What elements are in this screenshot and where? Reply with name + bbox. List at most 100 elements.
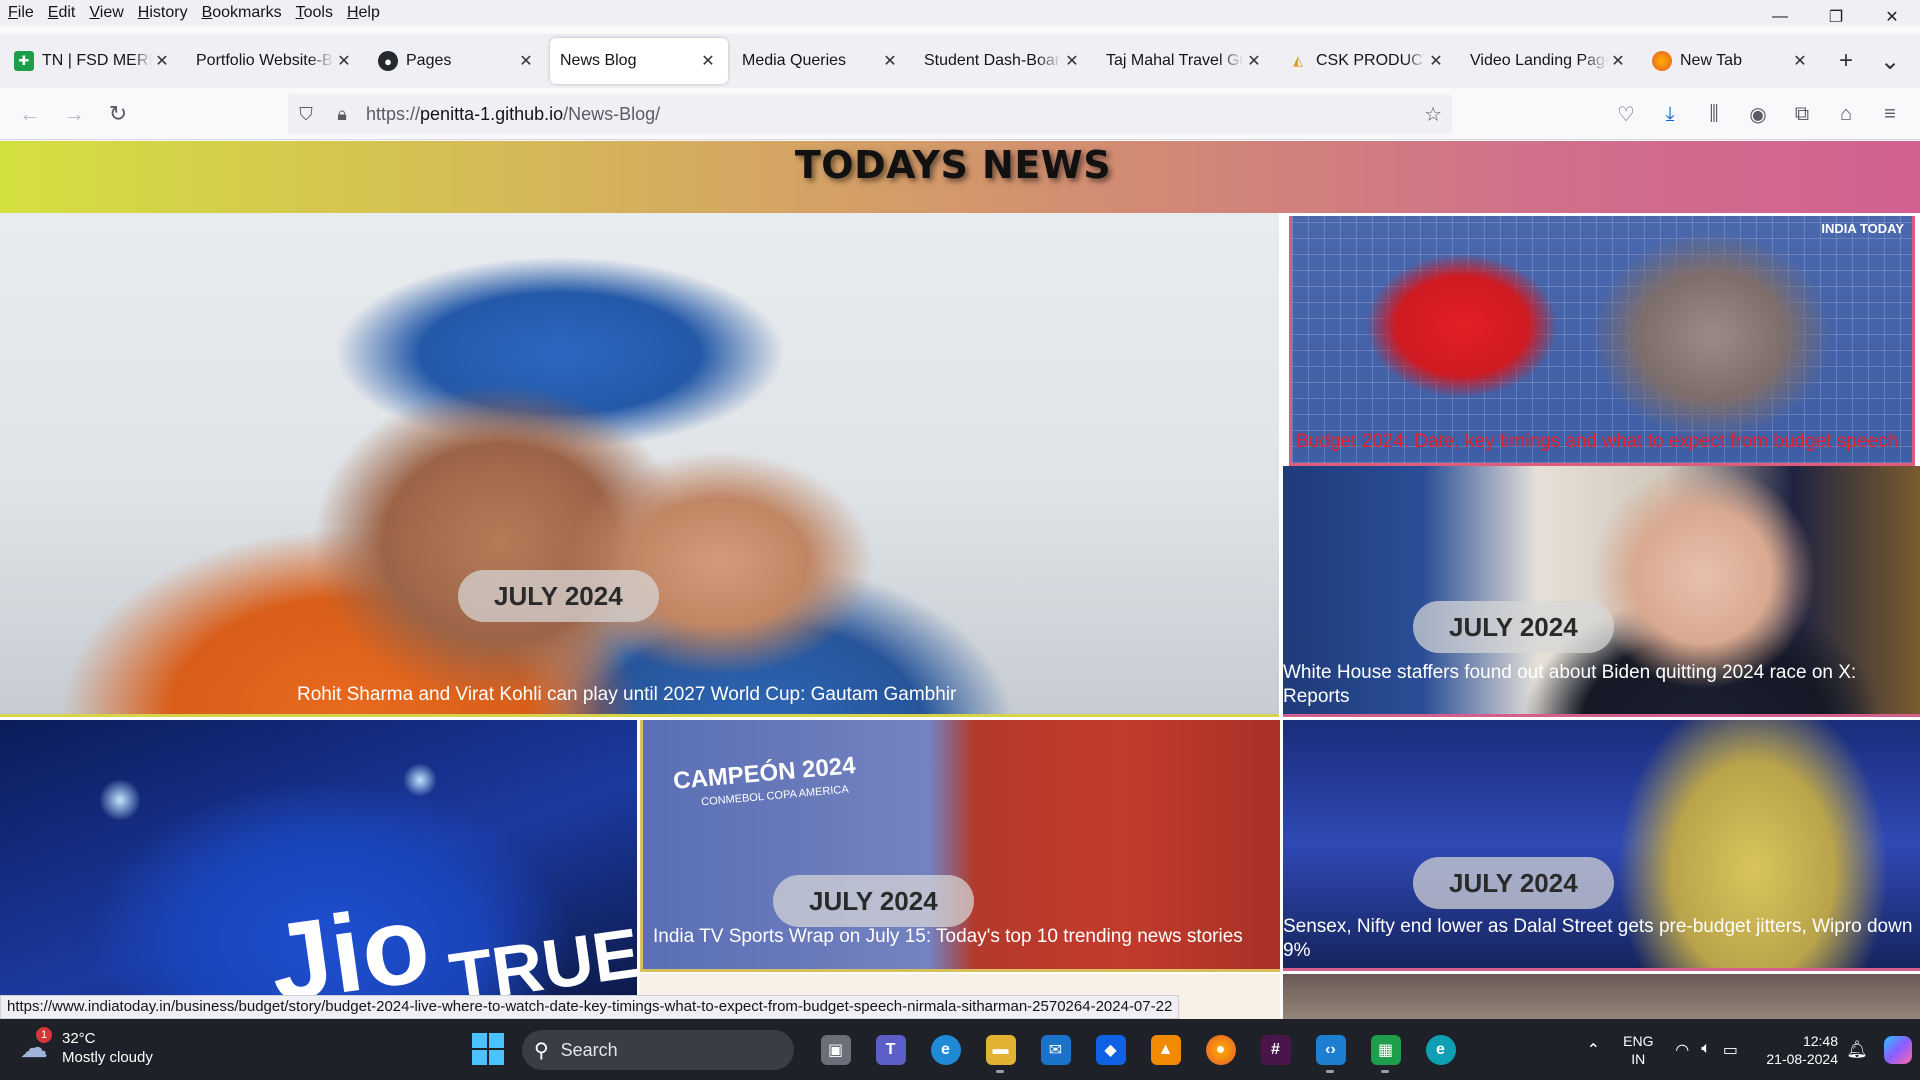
vlc-icon[interactable]: ▲ [1138,1027,1193,1073]
search-icon: ⚲ [534,1039,549,1062]
wifi-icon: ◠ [1675,1041,1690,1059]
show-hidden-icons-icon[interactable]: ⌃ [1573,1040,1613,1060]
vscode-icon[interactable]: ‹› [1303,1027,1358,1073]
news-card-budget[interactable]: INDIA TODAY Budget 2024: Date, key timin… [1289,216,1915,466]
news-headline[interactable]: White House staffers found out about Bid… [1283,661,1913,709]
weather-desc: Mostly cloudy [62,1049,153,1066]
tab-csk-products[interactable]: ◭ CSK PRODUCTS ✕ [1278,38,1456,84]
downloads-icon[interactable]: ⤓ [1648,94,1692,134]
tab-pages[interactable]: ● Pages ✕ [368,38,546,84]
firefox-icon[interactable]: ● [1193,1027,1248,1073]
news-card-sports-wrap[interactable]: CAMPEÓN 2024 CONMEBOL COPA AMERICA JULY … [640,720,1280,972]
close-icon[interactable]: ✕ [1244,51,1264,71]
close-icon[interactable]: ✕ [1062,51,1082,71]
edge-icon[interactable]: e [918,1027,973,1073]
list-all-tabs-button[interactable]: ⌄ [1868,39,1912,83]
library-icon[interactable]: ⫼ [1692,94,1736,134]
news-card-jio[interactable]: Jio TRUE 5G [0,720,637,1019]
menu-view[interactable]: View [83,4,129,22]
quick-settings[interactable]: ◠ 🔈︎ ▭ [1675,1040,1738,1060]
tab-new-tab[interactable]: New Tab ✕ [1642,38,1820,84]
tab-label: CSK PRODUCTS [1316,52,1426,69]
news-card-cricket[interactable]: JULY 2024 Rohit Sharma and Virat Kohli c… [0,213,1279,717]
notification-bell-icon[interactable]: 🔔︎ [1838,1040,1876,1060]
close-icon[interactable]: ✕ [698,51,718,71]
reload-button[interactable]: ↻ [96,94,140,134]
account-icon[interactable]: ◉ [1736,94,1780,134]
task-view-glyph: ▣ [820,1035,851,1065]
menu-file[interactable]: File [2,4,40,22]
new-tab-button[interactable]: + [1824,39,1868,83]
tab-portfolio-website[interactable]: Portfolio Website-Br ✕ [186,38,364,84]
back-button[interactable]: ← [8,94,52,134]
pocket-icon[interactable]: ♡ [1604,94,1648,134]
url-host: penitta-1.github.io [420,103,564,124]
close-icon[interactable]: ✕ [1608,51,1628,71]
taskbar: ☁ 1 32°C Mostly cloudy ⚲ Search ▣ T e ▬ ✉… [0,1019,1920,1080]
csk-icon: ◭ [1293,53,1303,68]
news-headline[interactable]: India TV Sports Wrap on July 15: Today's… [653,925,1243,949]
sheets-icon[interactable]: ▦ [1358,1027,1413,1073]
page-title: TODAYS NEWS [794,143,1112,187]
menu-icon[interactable]: ≡ [1868,94,1912,134]
mail-icon[interactable]: ✉ [1028,1027,1083,1073]
close-icon[interactable]: ✕ [152,51,172,71]
region-code: IN [1631,1050,1646,1067]
tracking-shield-icon[interactable]: ⛉ [288,104,324,125]
firefox-glyph: ● [1205,1035,1236,1065]
tab-student-dashboard[interactable]: Student Dash-Board ✕ [914,38,1092,84]
taskbar-search[interactable]: ⚲ Search [522,1030,794,1070]
menu-history[interactable]: History [132,4,194,22]
minimize-button[interactable]: — [1752,0,1808,34]
news-headline[interactable]: Budget 2024: Date, key timings and what … [1296,430,1912,454]
copilot-icon[interactable] [1876,1035,1920,1064]
menu-help[interactable]: Help [341,4,386,22]
bookmark-star-icon[interactable]: ☆ [1424,102,1442,127]
url-text[interactable]: https://penitta-1.github.io/News-Blog/ [366,104,660,125]
forward-button[interactable]: → [52,94,96,134]
menu-bookmarks[interactable]: Bookmarks [196,4,288,22]
edge-glyph: e [930,1035,961,1065]
slack-icon[interactable]: # [1248,1027,1303,1073]
edge-dev-icon[interactable]: e [1413,1027,1468,1073]
home-icon[interactable]: ⌂ [1824,94,1868,134]
teams-icon[interactable]: T [863,1027,918,1073]
teams-glyph: T [875,1035,906,1065]
clock[interactable]: 12:48 21-08-2024 [1752,1032,1838,1068]
close-window-button[interactable]: ✕ [1864,0,1920,34]
file-explorer-icon[interactable]: ▬ [973,1027,1028,1073]
close-icon[interactable]: ✕ [1790,51,1810,71]
task-view-icon[interactable]: ▣ [808,1027,863,1073]
news-card-sensex[interactable]: JULY 2024 Sensex, Nifty end lower as Dal… [1283,720,1920,971]
news-card-biden[interactable]: JULY 2024 White House staffers found out… [1283,466,1920,717]
restore-button[interactable]: ❐ [1808,0,1864,34]
tab-video-landing[interactable]: Video Landing Page ✕ [1460,38,1638,84]
language-code: ENG [1623,1032,1654,1049]
address-bar[interactable]: ⛉ 🔒︎ https://penitta-1.github.io/News-Bl… [288,94,1452,134]
tab-news-blog[interactable]: News Blog ✕ [550,38,728,84]
extensions-icon[interactable]: ⧉ [1780,94,1824,134]
news-headline[interactable]: Sensex, Nifty end lower as Dalal Street … [1283,915,1913,963]
tab-taj-mahal[interactable]: Taj Mahal Travel Gui ✕ [1096,38,1274,84]
close-icon[interactable]: ✕ [1426,51,1446,71]
notification-badge: 1 [36,1027,52,1043]
weather-widget[interactable]: ☁ 1 32°C Mostly cloudy [20,1027,153,1067]
close-icon[interactable]: ✕ [516,51,536,71]
close-icon[interactable]: ✕ [334,51,354,71]
lock-icon[interactable]: 🔒︎ [324,104,360,125]
tab-label: Student Dash-Board [924,52,1062,69]
window-controls: — ❐ ✕ [1752,0,1920,34]
language-indicator[interactable]: ENG IN [1613,1032,1663,1068]
news-card-partial[interactable] [1283,974,1920,1019]
menu-edit[interactable]: Edit [42,4,82,22]
menu-bar: File Edit View History Bookmarks Tools H… [0,0,1920,26]
tab-media-queries[interactable]: Media Queries ✕ [732,38,910,84]
edge-dev-glyph: e [1425,1035,1456,1065]
close-icon[interactable]: ✕ [880,51,900,71]
battery-icon: ▭ [1722,1041,1738,1059]
news-headline[interactable]: Rohit Sharma and Virat Kohli can play un… [297,683,956,707]
menu-tools[interactable]: Tools [290,4,339,22]
start-button[interactable] [472,1033,504,1065]
tab-tn-fsd-mern[interactable]: ✚ TN | FSD MERN | ✕ [4,38,182,84]
dropbox-icon[interactable]: ◆ [1083,1027,1138,1073]
